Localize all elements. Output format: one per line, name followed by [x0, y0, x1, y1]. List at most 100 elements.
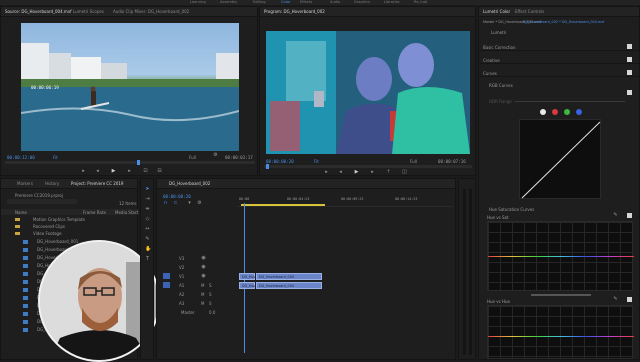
- program-mark-in-icon[interactable]: ▸: [324, 170, 329, 175]
- program-step-back-icon[interactable]: ◂: [338, 170, 343, 175]
- timeline-clip[interactable]: DG_Hoverb: [239, 273, 261, 280]
- section-creative[interactable]: Creative: [479, 56, 640, 64]
- type-tool-icon[interactable]: T: [145, 257, 150, 262]
- mark-in-icon[interactable]: ▸: [81, 169, 86, 174]
- track-eye-icon[interactable]: ◉: [201, 274, 206, 279]
- solo-button[interactable]: S: [209, 301, 212, 306]
- folder-row[interactable]: Video Footage: [15, 231, 135, 237]
- master-volume[interactable]: 0.0: [209, 310, 215, 315]
- step-back-icon[interactable]: ◂: [95, 169, 100, 174]
- source-scrub-bar[interactable]: [5, 160, 255, 165]
- section-enable-checkbox[interactable]: [627, 44, 632, 49]
- program-play-icon[interactable]: ▶: [354, 170, 359, 175]
- col-name[interactable]: Name: [15, 210, 27, 215]
- workspace-tab-assembly[interactable]: Assembly: [220, 0, 237, 4]
- workspace-tab-effects[interactable]: Effects: [300, 0, 312, 4]
- source-timecode-left[interactable]: 00:00:12:00: [7, 155, 35, 160]
- workspace-tab-graphics[interactable]: Graphics: [354, 0, 370, 4]
- track-eye-icon[interactable]: ◉: [201, 265, 206, 270]
- mute-button[interactable]: M: [201, 301, 204, 306]
- hue-vs-sat-scrollbar[interactable]: [531, 294, 591, 296]
- timeline-clip[interactable]: DG_Hoverboard_004: [256, 273, 322, 280]
- timeline-clip[interactable]: DG_Hoverboard_004: [256, 282, 322, 289]
- lift-icon[interactable]: ⇡: [386, 170, 391, 175]
- lumetri-clip[interactable]: DG_Hoverboard_002 * DG_Hoverboard_004.mx…: [523, 20, 604, 24]
- step-forward-icon[interactable]: ▸: [127, 169, 132, 174]
- tab-markers[interactable]: Markers: [17, 181, 33, 186]
- hue-vs-hue-checkbox[interactable]: [627, 297, 632, 302]
- tab-program[interactable]: Program: DG_Hoverboard_002: [264, 9, 325, 14]
- wrench-icon[interactable]: ⚙: [213, 153, 218, 158]
- razor-icon[interactable]: ◇: [145, 217, 150, 222]
- hand-icon[interactable]: ✋: [145, 247, 151, 252]
- timeline-settings-icon[interactable]: ⚙: [197, 201, 202, 206]
- program-timecode-left[interactable]: 00:00:00:20: [266, 159, 294, 164]
- program-step-forward-icon[interactable]: ▸: [370, 170, 375, 175]
- program-fit-select[interactable]: Fit: [314, 159, 319, 164]
- mute-button[interactable]: M: [201, 283, 204, 288]
- selection-tool-icon[interactable]: ➤: [145, 187, 150, 192]
- source-patch-a1[interactable]: [163, 282, 170, 288]
- mute-button[interactable]: M: [201, 292, 204, 297]
- tab-effect-controls[interactable]: Effect Controls: [515, 9, 544, 14]
- workspace-tab-color[interactable]: Color: [281, 0, 290, 4]
- ripple-edit-icon[interactable]: ⇹: [145, 207, 150, 212]
- tab-lumetri-color[interactable]: Lumetri Color: [483, 9, 510, 14]
- project-search-input[interactable]: [7, 199, 77, 204]
- section-enable-checkbox[interactable]: [627, 57, 632, 62]
- channel-blue-dot[interactable]: [576, 109, 582, 115]
- col-frame-rate[interactable]: Frame Rate: [83, 210, 106, 215]
- rgb-curves-checkbox[interactable]: [627, 90, 632, 95]
- solo-button[interactable]: S: [209, 283, 212, 288]
- program-playhead[interactable]: [266, 164, 269, 169]
- tab-audio-clip-mixer[interactable]: Audio Clip Mixer: DG_Hoverboard_002: [113, 9, 189, 14]
- hue-saturation-curves-label[interactable]: Hue Saturation Curves: [489, 207, 534, 212]
- workspace-tab-libraries[interactable]: Libraries: [384, 0, 400, 4]
- section-curves[interactable]: Curves: [479, 69, 640, 77]
- hue-vs-hue-graph[interactable]: [487, 305, 634, 359]
- timeline-ruler[interactable]: 00:00 00:00:04:23 00:00:09:23 00:00:14:2…: [237, 195, 453, 207]
- source-patch-v1[interactable]: [163, 273, 170, 279]
- source-fit-select[interactable]: Fit: [53, 155, 58, 160]
- section-basic-correction[interactable]: Basic Correction: [479, 43, 640, 51]
- hue-vs-sat-graph[interactable]: [487, 221, 634, 291]
- channel-red-dot[interactable]: [552, 109, 558, 115]
- hdr-range-slider[interactable]: [515, 101, 625, 102]
- hue-vs-sat-checkbox[interactable]: [627, 213, 632, 218]
- eyedropper-icon[interactable]: ✎: [613, 297, 618, 302]
- solo-button[interactable]: S: [209, 292, 212, 297]
- lumetri-layer-select[interactable]: Lumetri: [491, 30, 506, 35]
- source-quality-select[interactable]: Full: [189, 155, 196, 160]
- section-enable-checkbox[interactable]: [627, 70, 632, 75]
- work-area-bar[interactable]: [241, 204, 325, 206]
- add-marker-icon[interactable]: ▾: [187, 201, 192, 206]
- source-playhead[interactable]: [137, 160, 140, 165]
- eyedropper-icon[interactable]: ✎: [613, 213, 618, 218]
- play-icon[interactable]: ▶: [111, 169, 116, 174]
- tab-project[interactable]: Project: Premiere CC 2019: [71, 181, 123, 186]
- insert-icon[interactable]: ⊡: [143, 169, 148, 174]
- rgb-curve-graph[interactable]: [519, 119, 601, 199]
- channel-green-dot[interactable]: [564, 109, 570, 115]
- slip-icon[interactable]: ↔: [145, 227, 150, 232]
- export-frame-icon[interactable]: ◫: [402, 170, 407, 175]
- tab-history[interactable]: History: [45, 181, 59, 186]
- channel-white-dot[interactable]: [540, 109, 546, 115]
- tab-lumetri-scopes[interactable]: Lumetri Scopes: [73, 9, 104, 14]
- overwrite-icon[interactable]: ⊟: [157, 169, 162, 174]
- folder-row[interactable]: Recovered Clips: [15, 224, 135, 230]
- track-select-icon[interactable]: ⇥: [145, 197, 150, 202]
- snap-icon[interactable]: ∩: [163, 201, 168, 206]
- workspace-tab-learning[interactable]: Learning: [190, 0, 206, 4]
- tab-source[interactable]: Source: DG_Hoverboard_004.mxf: [5, 9, 72, 14]
- workspace-tab-re-hub[interactable]: Re_hub: [414, 0, 427, 4]
- pen-icon[interactable]: ✎: [145, 237, 150, 242]
- col-media-start[interactable]: Media Start: [115, 210, 138, 215]
- track-eye-icon[interactable]: ◉: [201, 256, 206, 261]
- program-scrub-bar[interactable]: [264, 164, 472, 169]
- workspace-tab-editing[interactable]: Editing: [253, 0, 266, 4]
- linked-selection-icon[interactable]: ⊂: [173, 201, 178, 206]
- workspace-tab-audio[interactable]: Audio: [330, 0, 340, 4]
- timeline-timecode[interactable]: 00:00:00:20: [163, 194, 191, 199]
- folder-row[interactable]: Motion Graphics Template: [15, 217, 135, 223]
